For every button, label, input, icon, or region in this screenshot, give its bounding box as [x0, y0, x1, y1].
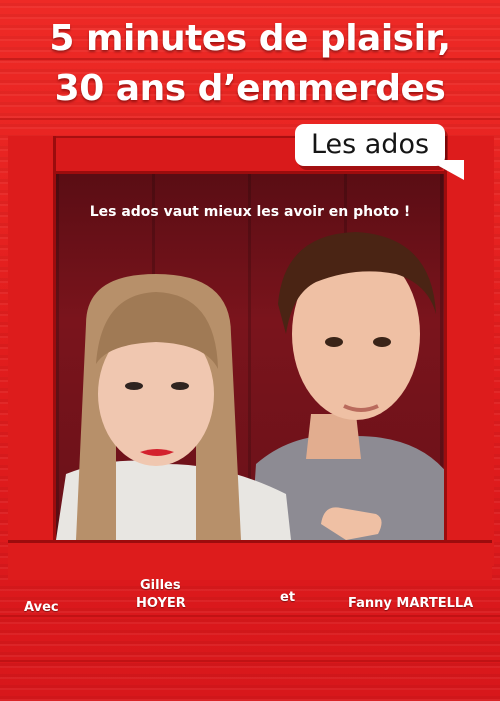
- teen-portraits-illustration: [56, 232, 448, 540]
- speech-bubble: Les ados: [295, 124, 445, 166]
- speech-bubble-tail: [428, 160, 464, 180]
- credit-actor1-first: Gilles: [140, 578, 181, 593]
- plank-seam: [0, 660, 500, 662]
- speech-bubble-text: Les ados: [310, 129, 430, 160]
- poster-tagline: Les ados vaut mieux les avoir en photo !: [89, 204, 411, 220]
- credit-avec: Avec: [24, 600, 59, 615]
- window-frame-bottom: [8, 540, 492, 580]
- window-frame-left: [8, 136, 56, 566]
- credit-actor1-last: HOYER: [136, 596, 186, 611]
- window-frame-right: [444, 136, 494, 566]
- plank-seam: [0, 118, 500, 120]
- photo-window: [56, 174, 448, 540]
- movie-poster: 5 minutes de plaisir, 30 ans d’emmerdes: [0, 0, 500, 701]
- girl-figure: [56, 274, 291, 540]
- plank-seam: [0, 615, 500, 617]
- credit-actor2: Fanny MARTELLA: [348, 596, 474, 611]
- credit-et: et: [280, 590, 296, 605]
- poster-title-line2: 30 ans d’emmerdes: [54, 68, 446, 109]
- poster-title-line1: 5 minutes de plaisir,: [49, 18, 451, 59]
